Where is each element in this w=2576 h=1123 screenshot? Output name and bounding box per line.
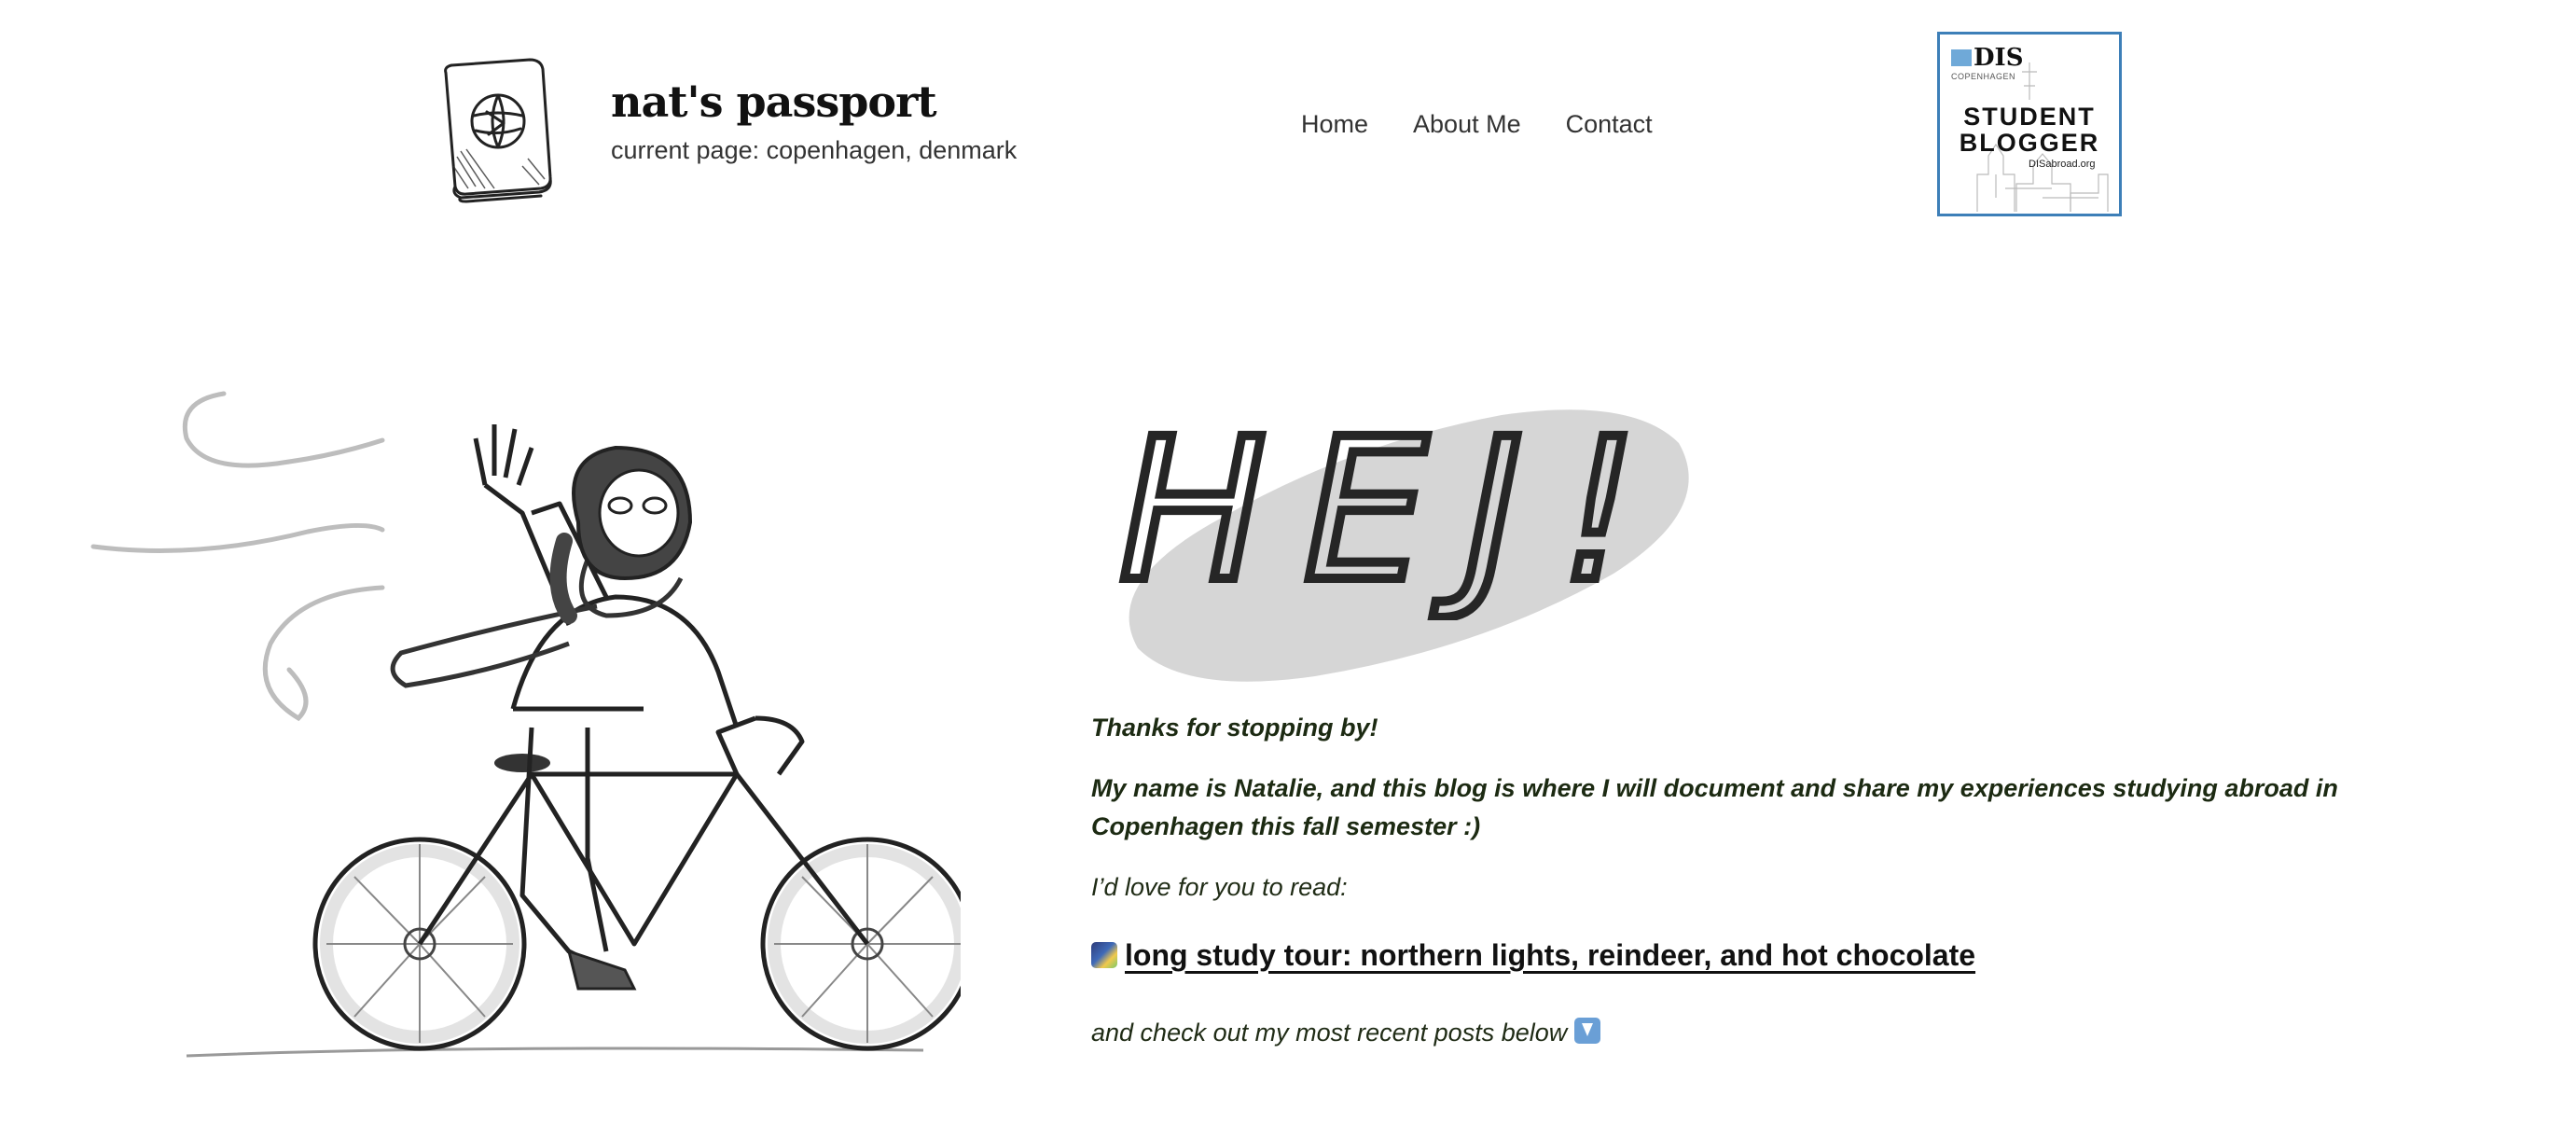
site-header: nat's passport current page: copenhagen,… [0,0,2576,243]
main-nav: Home About Me Contact [1301,110,1653,139]
girl-on-bicycle-illustration [90,391,961,1058]
thanks-text: Thanks for stopping by! [1091,714,1378,742]
featured-post-link[interactable]: long study tour: northern lights, reinde… [1091,938,1975,973]
site-subtitle: current page: copenhagen, denmark [611,136,1018,164]
badge-line-blogger: BLOGGER [1959,129,2100,157]
dis-logo: DIS [1951,44,2024,72]
site-title[interactable]: nat's passport [611,76,937,127]
down-arrow-emoji-icon [1573,1018,1600,1044]
recent-posts-note: and check out my most recent posts below [1091,1018,2472,1047]
dis-logo-block [1951,49,1972,66]
read-prompt: I’d love for you to read: [1091,873,1348,901]
badge-url: DISabroad.org [2029,159,2096,170]
featured-post-title: long study tour: northern lights, reinde… [1125,938,1976,972]
intro-content: Thanks for stopping by! My name is Natal… [1091,709,2472,1047]
hero-heading: HEJ! [1110,378,1707,686]
dis-logo-text: DIS [1974,44,2024,72]
northern-lights-emoji-icon [1091,942,1117,968]
dis-student-blogger-badge[interactable]: DIS COPENHAGEN STUDENT BLOGGER DISabroad… [1937,32,2122,216]
recent-posts-text: and check out my most recent posts below [1091,1019,1568,1047]
badge-city: COPENHAGEN [1951,72,2016,81]
nav-contact-link[interactable]: Contact [1566,110,1653,139]
nav-home-link[interactable]: Home [1301,110,1368,139]
passport-icon[interactable] [429,54,569,203]
hej-heading-text: HEJ! [1119,396,1676,620]
hej-handwritten-text: HEJ! [1115,392,1676,620]
badge-line-student: STUDENT [1963,103,2096,131]
nav-about-link[interactable]: About Me [1413,110,1521,139]
intro-paragraph: My name is Natalie, and this blog is whe… [1091,774,2338,840]
